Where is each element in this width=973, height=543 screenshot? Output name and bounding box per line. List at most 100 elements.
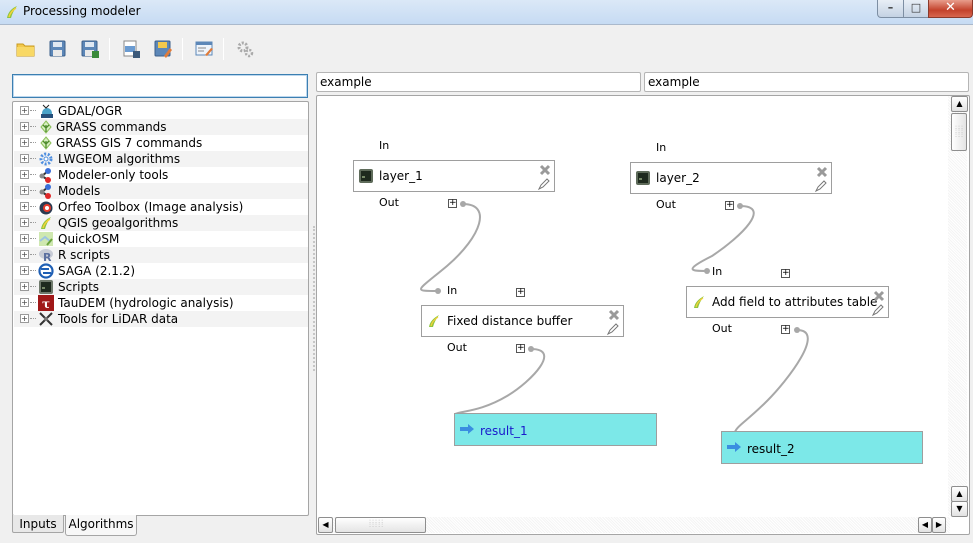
edit-node-icon[interactable]	[871, 303, 885, 317]
svg-text:R: R	[43, 251, 52, 263]
expand-icon[interactable]: +	[20, 138, 29, 147]
save-model-button[interactable]	[47, 38, 69, 60]
algorithm-node-add-field[interactable]: Add field to attributes table	[686, 286, 889, 318]
expand-icon[interactable]: +	[20, 122, 29, 131]
tree-item-qgis-geoalgorithms[interactable]: + QGIS geoalgorithms	[14, 215, 308, 231]
expand-icon[interactable]: +	[20, 106, 29, 115]
expand-outputs-toggle[interactable]: +	[781, 325, 790, 334]
tree-item-quickosm[interactable]: + QuickOSM	[14, 231, 308, 247]
delete-node-icon[interactable]	[607, 308, 621, 322]
tree-item-saga[interactable]: + SAGA (2.1.2)	[14, 263, 308, 279]
export-image-button[interactable]	[120, 38, 142, 60]
tree-item-label: Tools for LiDAR data	[58, 312, 179, 326]
tree-item-r-scripts[interactable]: + R R scripts	[14, 247, 308, 263]
folder-icon	[16, 43, 35, 57]
tree-item-lidar-tools[interactable]: + Tools for LiDAR data	[14, 311, 308, 327]
port-label-out: Out	[379, 196, 399, 209]
tree-item-label: QuickOSM	[58, 232, 120, 246]
qgis-algorithm-icon	[429, 315, 439, 327]
expand-icon[interactable]: +	[20, 234, 29, 243]
tree-item-scripts[interactable]: + Scripts	[14, 279, 308, 295]
algorithm-tree: + GDAL/OGR + GRASS commands + GRASS GIS …	[12, 101, 309, 516]
expand-icon[interactable]: +	[20, 170, 29, 179]
open-model-button[interactable]	[15, 38, 37, 60]
edit-node-icon[interactable]	[537, 177, 551, 191]
tab-algorithms[interactable]: Algorithms	[65, 515, 137, 536]
minimize-button[interactable]: –	[877, 0, 904, 18]
taudem-icon: τ	[38, 295, 54, 311]
expand-outputs-toggle[interactable]: +	[448, 199, 457, 208]
scroll-left-button[interactable]: ◀	[318, 517, 333, 533]
model-icon	[39, 168, 51, 183]
tree-item-modeler-only-tools[interactable]: + Modeler-only tools	[14, 167, 308, 183]
delete-node-icon[interactable]	[872, 289, 886, 303]
run-model-button[interactable]	[234, 38, 256, 60]
link-endpoint	[737, 203, 743, 209]
tree-item-label: R scripts	[58, 248, 110, 262]
link-layer2-to-addfield	[691, 205, 755, 272]
minimize-icon: –	[887, 1, 894, 14]
edit-node-icon[interactable]	[606, 322, 620, 336]
expand-outputs-toggle[interactable]: +	[725, 201, 734, 210]
expand-icon[interactable]: +	[20, 202, 29, 211]
port-label-in: In	[447, 284, 458, 297]
output-node-result-2[interactable]: result_2	[721, 431, 923, 464]
edit-help-button[interactable]	[193, 38, 215, 60]
svg-text:τ: τ	[42, 297, 50, 311]
node-label: Fixed distance buffer	[447, 314, 573, 328]
expand-outputs-toggle[interactable]: +	[516, 344, 525, 353]
expand-icon[interactable]: +	[20, 266, 29, 275]
tree-item-label: GRASS GIS 7 commands	[56, 136, 203, 150]
tree-item-grass-commands[interactable]: + GRASS commands	[14, 119, 308, 135]
scroll-up-button-bottom[interactable]: ▲	[951, 486, 968, 502]
save-as-button[interactable]	[79, 38, 101, 60]
tree-item-grass-gis-7[interactable]: + GRASS GIS 7 commands	[14, 135, 308, 151]
scroll-down-button[interactable]: ▼	[951, 501, 968, 517]
edit-node-icon[interactable]	[814, 179, 828, 193]
model-group-field[interactable]	[644, 72, 969, 92]
tree-item-models[interactable]: + Models	[14, 183, 308, 199]
expand-inputs-toggle[interactable]: +	[781, 269, 790, 278]
qgis-icon	[41, 217, 51, 229]
output-arrow-icon	[460, 424, 474, 434]
delete-node-icon[interactable]	[815, 165, 829, 179]
expand-icon[interactable]: +	[20, 186, 29, 195]
input-node-layer-1[interactable]: layer_1	[353, 160, 555, 192]
expand-icon[interactable]: +	[20, 218, 29, 227]
expand-inputs-toggle[interactable]: +	[516, 288, 525, 297]
expand-icon[interactable]: +	[20, 314, 29, 323]
expand-icon[interactable]: +	[20, 282, 29, 291]
algorithm-node-fixed-distance-buffer[interactable]: Fixed distance buffer	[421, 305, 624, 337]
scroll-up-button[interactable]: ▲	[951, 96, 968, 112]
scroll-left-button-end[interactable]: ◀	[918, 517, 932, 533]
tree-item-label: Modeler-only tools	[58, 168, 169, 182]
tree-item-taudem[interactable]: + τ TauDEM (hydrologic analysis)	[14, 295, 308, 311]
tree-item-gdal-ogr[interactable]: + GDAL/OGR	[14, 103, 308, 119]
scroll-right-button[interactable]: ▶	[932, 517, 946, 533]
node-label: result_1	[480, 424, 528, 438]
export-python-button[interactable]	[152, 38, 174, 60]
horizontal-scroll-thumb[interactable]: ::::::::::	[335, 517, 426, 533]
maximize-button[interactable]: □	[903, 0, 929, 18]
output-node-result-1[interactable]: result_1	[454, 413, 657, 446]
expand-icon[interactable]: +	[20, 250, 29, 259]
input-node-layer-2[interactable]: layer_2	[630, 162, 832, 194]
vertical-scroll-thumb[interactable]: :::::::::	[951, 113, 967, 151]
delete-node-icon[interactable]	[538, 163, 552, 177]
gear-icon	[39, 152, 53, 166]
model-name-field[interactable]	[316, 72, 641, 92]
close-button[interactable]: ✕	[928, 0, 973, 18]
model-canvas[interactable]: In layer_1 Out + In layer_2 Out + In + F…	[316, 95, 970, 535]
tree-item-orfeo-toolbox[interactable]: + Orfeo Toolbox (Image analysis)	[14, 199, 308, 215]
port-label-in: In	[656, 141, 667, 154]
vertical-scrollbar[interactable]	[948, 96, 967, 516]
tab-inputs[interactable]: Inputs	[12, 515, 64, 533]
expand-icon[interactable]: +	[20, 154, 29, 163]
tree-item-lwgeom[interactable]: + LWGEOM algorithms	[14, 151, 308, 167]
grass-icon	[40, 120, 52, 134]
expand-icon[interactable]: +	[20, 298, 29, 307]
algorithm-search-input[interactable]	[12, 74, 308, 98]
vector-layer-icon	[359, 169, 373, 183]
saga-icon	[38, 263, 54, 279]
model-icon	[39, 184, 51, 199]
